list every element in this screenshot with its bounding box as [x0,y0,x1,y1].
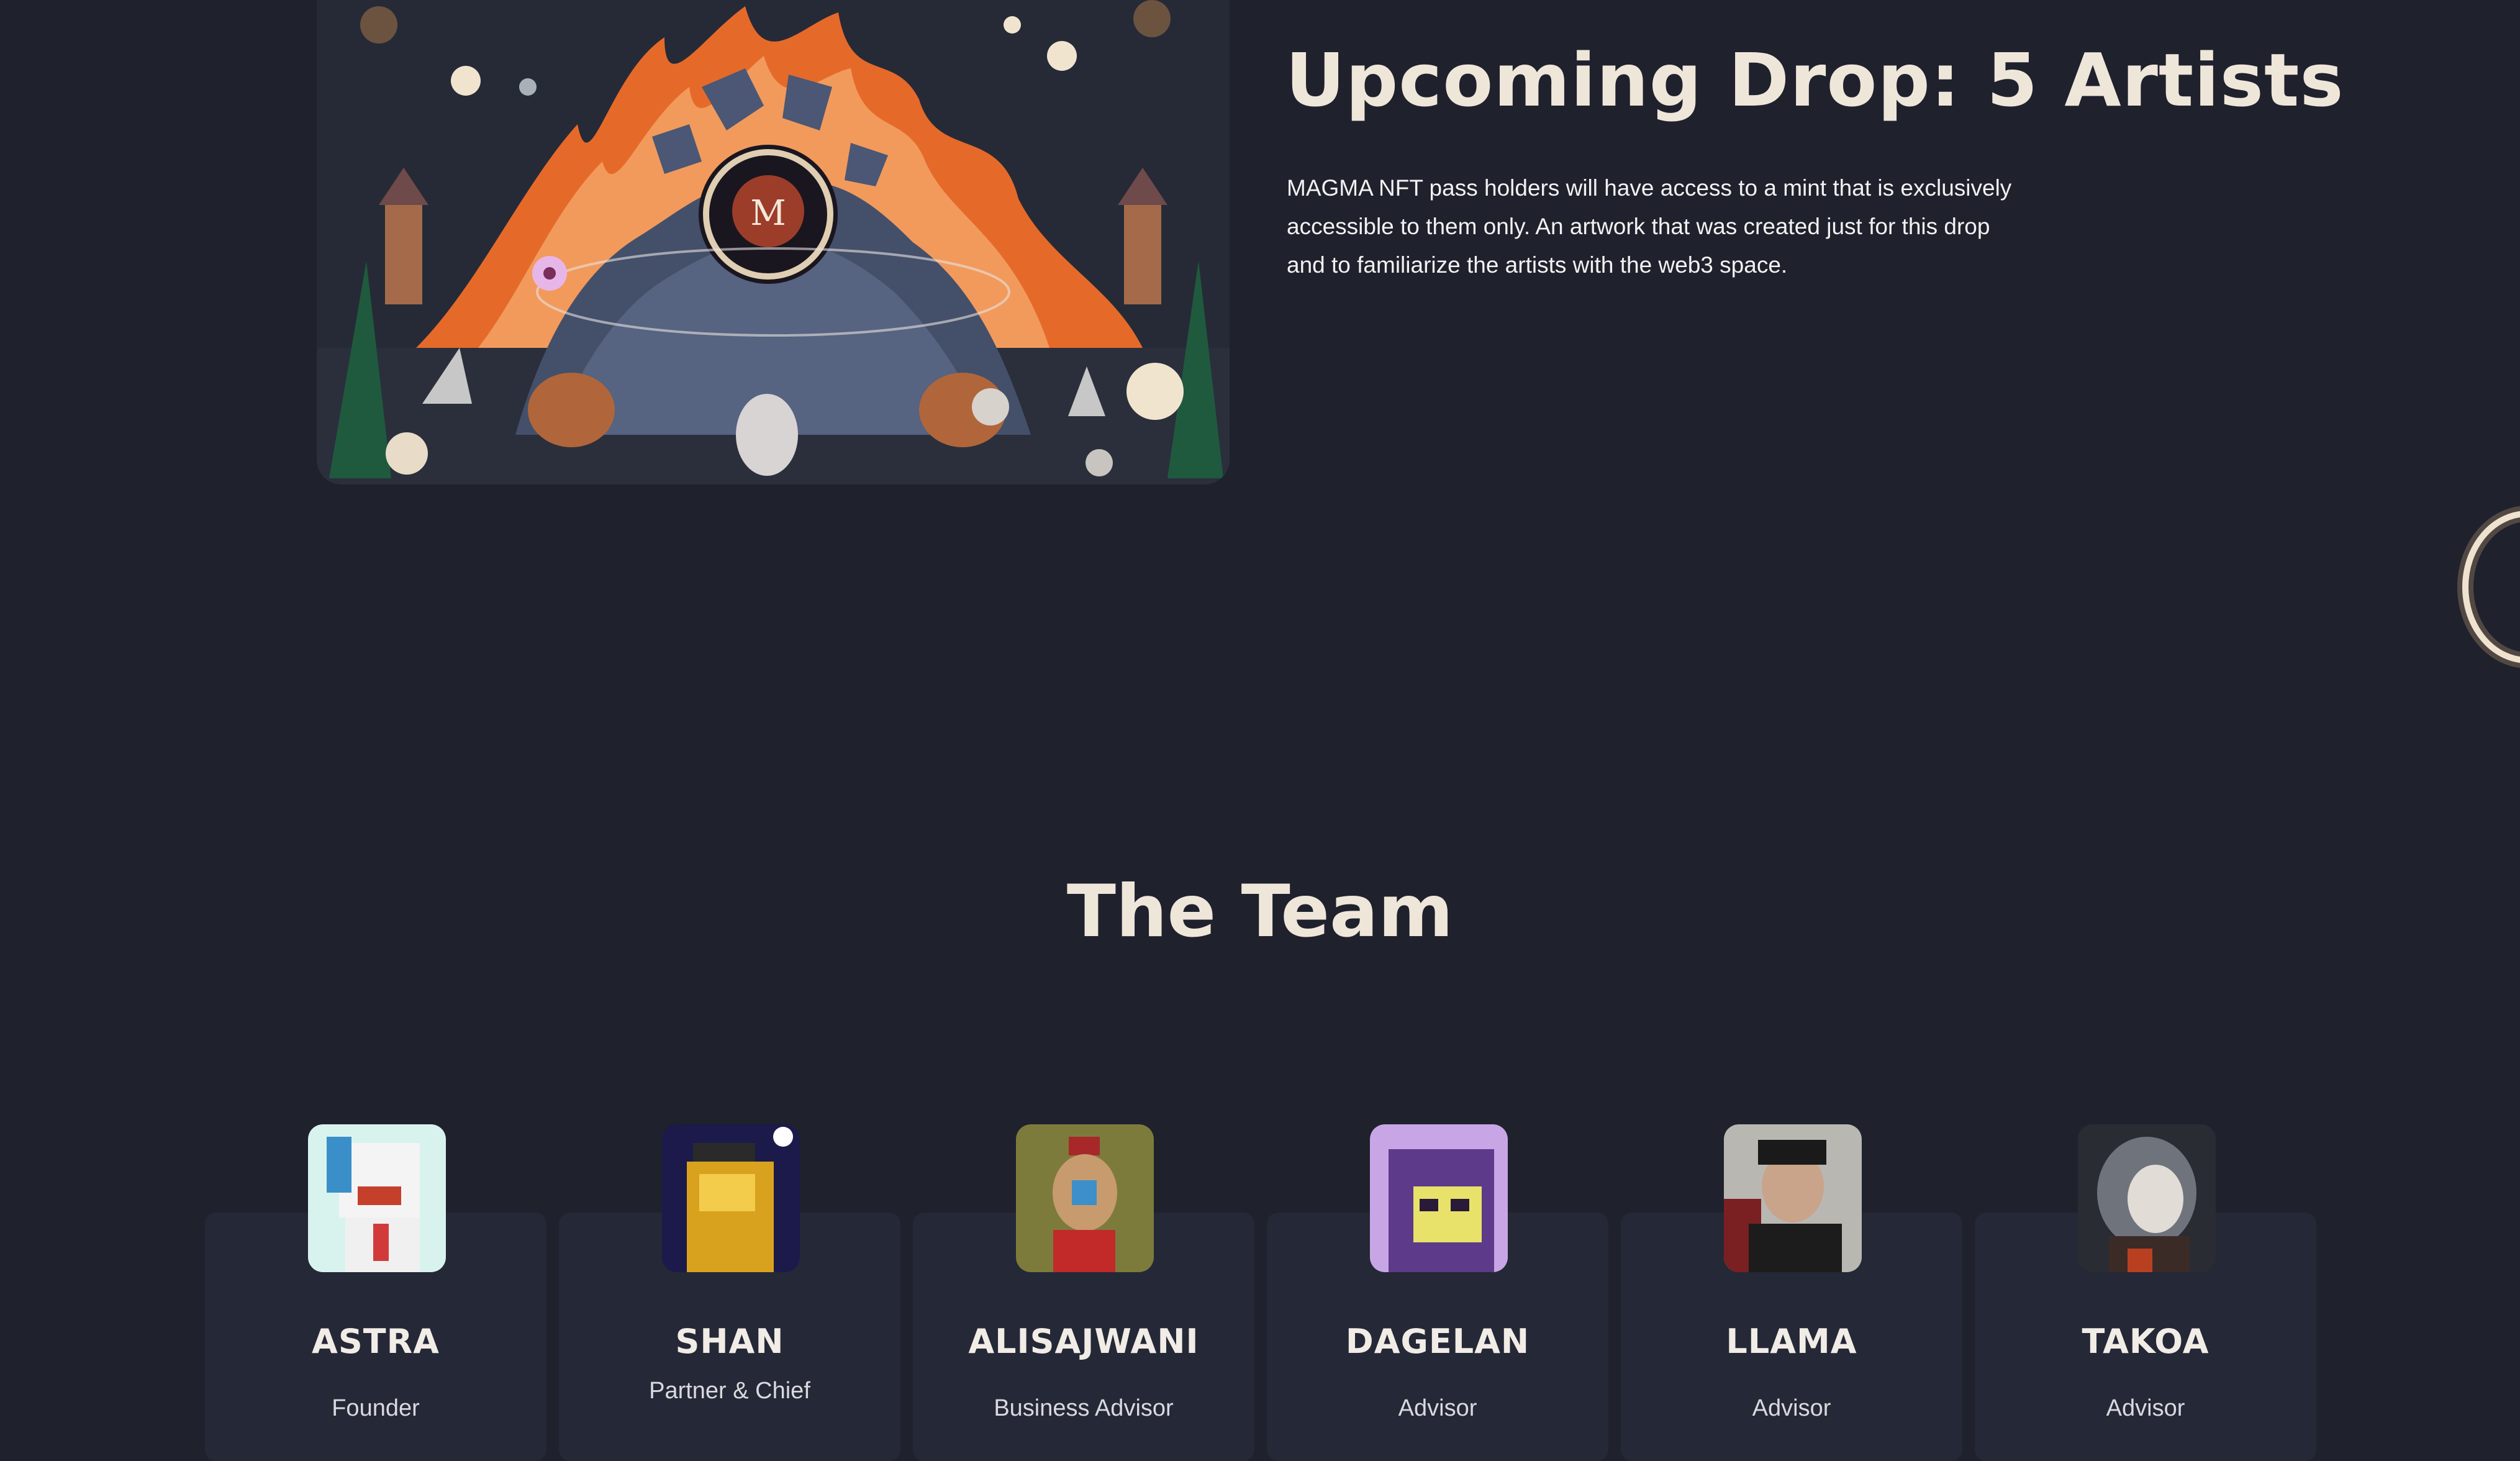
upcoming-drop-description: MAGMA NFT pass holders will have access … [1287,175,2012,278]
avatar [1016,1124,1154,1272]
magma-m-logo-icon: M [750,193,786,234]
member-name: LLAMA [1726,1322,1857,1361]
member-name: TAKOA [2082,1322,2210,1361]
member-role: Founder [332,1395,420,1421]
member-role: Advisor [1752,1395,1831,1421]
team-grid: ASTRA Founder SHAN Partner & Chief ALISA… [205,1124,2316,1461]
upcoming-drop-title: Upcoming Drop: 5 Artists [1285,37,2344,123]
glowing-ring-icon [2453,503,2520,671]
member-role: Business Advisor [994,1395,1174,1421]
member-role: Partner & Chief [649,1378,810,1404]
drop-artwork: M [317,0,1230,485]
avatar [2078,1124,2216,1272]
avatar [1370,1124,1508,1272]
member-role: Advisor [1398,1395,1477,1421]
avatar [662,1124,800,1272]
avatar [1724,1124,1862,1272]
avatar [308,1124,446,1272]
team-section-title: The Team [1066,870,1454,954]
member-name: SHAN [675,1322,784,1361]
member-name: DAGELAN [1345,1322,1530,1361]
member-role: Advisor [2106,1395,2185,1421]
member-name: ALISAJWANI [968,1322,1199,1361]
member-name: ASTRA [312,1322,440,1361]
